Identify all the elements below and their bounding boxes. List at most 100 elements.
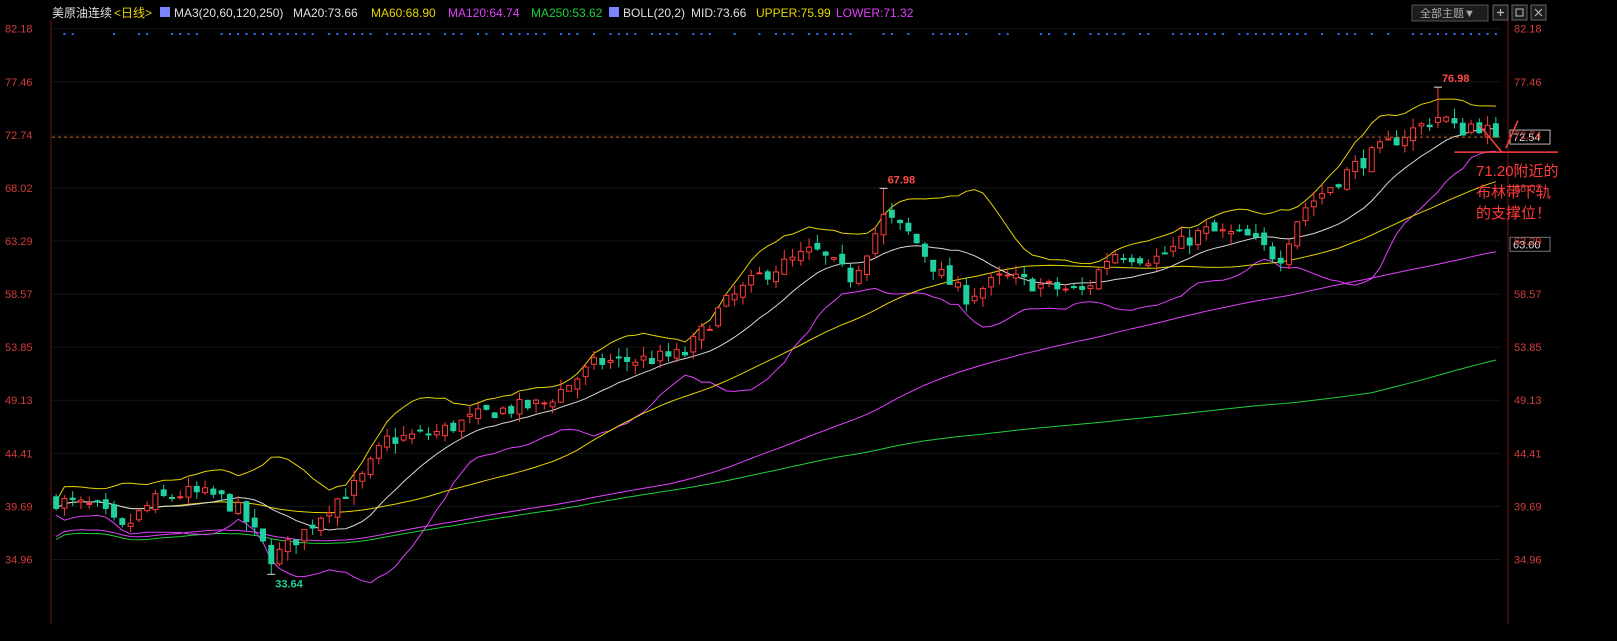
price-grid (50, 20, 1509, 624)
event-dot (1246, 33, 1249, 35)
period-label[interactable]: <日线> (114, 6, 152, 20)
event-dot (1345, 33, 1348, 35)
candle-body (872, 233, 879, 254)
event-dot (998, 33, 1001, 35)
candle-body (988, 277, 995, 288)
candle-body (673, 349, 680, 359)
candle-body (1252, 233, 1259, 238)
event-dot (402, 33, 405, 35)
event-dot (1006, 33, 1009, 35)
event-dot (816, 33, 819, 35)
event-dot (1461, 33, 1464, 35)
event-dot (1445, 33, 1448, 35)
event-dot (1486, 33, 1489, 35)
candle-body (301, 528, 308, 542)
event-dot (386, 33, 389, 35)
candle-body (342, 496, 349, 500)
candle-body (425, 433, 432, 436)
event-dot (907, 33, 910, 35)
candle-body (210, 488, 217, 495)
candle-body (185, 486, 192, 498)
event-dot (353, 33, 356, 35)
ma120-value: MA120:64.74 (448, 6, 520, 20)
ma-config-label[interactable]: MA3(20,60,120,250) (174, 6, 283, 20)
candle-body (450, 422, 457, 432)
event-dot (659, 33, 662, 35)
left-price-axis: 82.18 77.46 72.74 68.02 63.29 58.57 53.85 49.13… (5, 24, 33, 567)
indicator-header: 美原油连续 <日线> MA3(20,60,120,250) MA20:73.66… (52, 5, 914, 20)
event-dot (460, 33, 463, 35)
candle-body (1079, 286, 1086, 290)
candle-body (1434, 117, 1441, 123)
event-dot (179, 33, 182, 35)
ma-icon[interactable] (160, 7, 170, 17)
event-dot (311, 33, 314, 35)
event-dot (444, 33, 447, 35)
candle-body (764, 271, 771, 280)
candle-body (1401, 137, 1408, 147)
event-dot (146, 33, 149, 35)
candle-body (1112, 253, 1119, 264)
event-dot (510, 33, 513, 35)
candle-body (317, 517, 324, 532)
candle-body (1410, 127, 1417, 142)
candle-body (458, 419, 465, 432)
event-dot (195, 33, 198, 35)
event-dot (1337, 33, 1340, 35)
candle-body (1161, 252, 1168, 255)
extreme-label: 76.98 (1442, 73, 1470, 85)
event-dot (559, 33, 562, 35)
event-dot (270, 33, 273, 35)
event-dot (63, 33, 66, 35)
event-dot (849, 33, 852, 35)
candle-body (938, 268, 945, 276)
candle-body (615, 356, 622, 359)
candle-body (599, 358, 606, 365)
event-dot (1478, 33, 1481, 35)
event-dot (700, 33, 703, 35)
candle-body (1145, 263, 1152, 267)
event-dot (1304, 33, 1307, 35)
boll-icon[interactable] (609, 7, 619, 17)
right-price-axis: 82.18 77.46 72.74 68.02 63.29 58.57 53.85 49.13… (1514, 24, 1542, 567)
y-tick-label: 34.96 (5, 554, 33, 566)
candle-body (516, 399, 523, 415)
event-dot (1453, 33, 1456, 35)
candle-body (293, 539, 300, 546)
candle-body (1343, 169, 1350, 190)
boll-config-label[interactable]: BOLL(20,2) (623, 6, 685, 20)
candle-body (367, 458, 374, 476)
ma60-value: MA60:68.90 (371, 6, 436, 20)
theme-button-label[interactable]: 全部主题▼ (1420, 6, 1475, 20)
candle-body (549, 401, 556, 408)
ma250-value: MA250:53.62 (531, 6, 603, 20)
candle-body (955, 282, 962, 288)
candle-body (119, 518, 126, 525)
event-dot (286, 33, 289, 35)
candle-body (888, 209, 895, 218)
candle-body (235, 502, 242, 515)
price-marks: 67.9876.9833.6472.5463.0071.20附近的布林带下轨的支… (52, 73, 1559, 590)
y-tick-label-right: 82.18 (1514, 24, 1542, 36)
event-dot (336, 33, 339, 35)
event-dot (617, 33, 620, 35)
candle-body (284, 539, 291, 553)
candle-body (1286, 243, 1292, 266)
candle-body (706, 328, 713, 331)
candle-body (1103, 260, 1110, 270)
y-tick-label: 49.13 (5, 395, 33, 407)
boll-mid-value: MID:73.66 (691, 6, 747, 20)
event-dot (841, 33, 844, 35)
window-icon[interactable] (1511, 4, 1528, 21)
event-dot (791, 33, 794, 35)
event-dot (1321, 33, 1324, 35)
candle-body (574, 378, 581, 390)
candle-body (77, 499, 84, 503)
candle-body (417, 429, 424, 432)
candle-body (773, 271, 779, 283)
event-dot (410, 33, 413, 35)
event-dot (1139, 33, 1142, 35)
candle-body (1352, 160, 1359, 173)
candle-body (624, 357, 631, 362)
candle-body (1186, 237, 1193, 246)
